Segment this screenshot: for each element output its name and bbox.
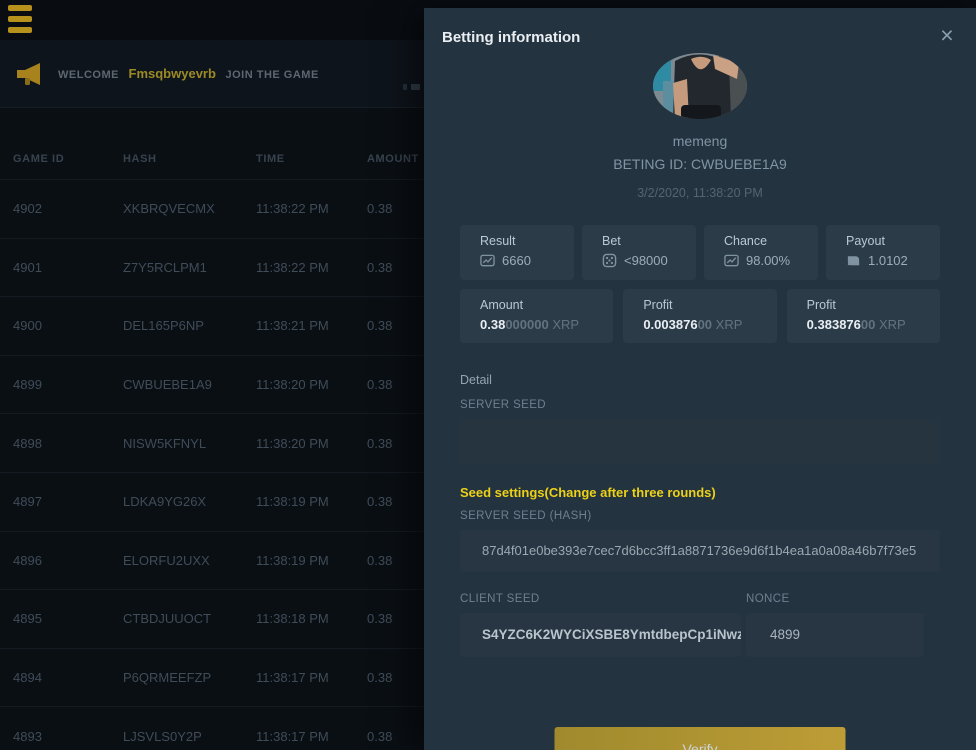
stat-cards-row: Result 6660 Bet <98000 Chance 98.00% Payout 1.0…	[460, 225, 940, 280]
nonce-label: NONCE	[746, 593, 790, 605]
stat-value: 1.0102	[868, 253, 908, 268]
amount-cards-row: Amount 0.38000000 XRP Profit 0.00387600 XRP…	[460, 289, 940, 343]
dice-icon	[602, 253, 617, 268]
server-seed-label: SERVER SEED	[460, 399, 546, 411]
welcome-suffix: JOIN THE GAME	[226, 69, 319, 81]
detail-label: Detail	[460, 373, 492, 387]
stat-label: Bet	[602, 234, 688, 248]
cell-game-id: 4898	[13, 436, 123, 451]
stat-card-bet: Bet <98000	[582, 225, 696, 280]
cell-hash: Z7Y5RCLPM1	[123, 260, 256, 275]
menu-icon[interactable]	[8, 5, 34, 33]
graph-check-icon	[480, 253, 495, 268]
close-icon[interactable]: ×	[934, 22, 960, 48]
graph-check-icon	[724, 253, 739, 268]
cell-time: 11:38:21 PM	[256, 318, 367, 333]
cell-game-id: 4893	[13, 729, 123, 744]
amount-value: 0.38387600 XRP	[807, 317, 932, 332]
megaphone-icon	[16, 62, 43, 86]
cell-time: 11:38:17 PM	[256, 729, 367, 744]
stat-value: <98000	[624, 253, 668, 268]
betting-information-modal: Betting information × memeng BETING ID: …	[424, 8, 976, 750]
avatar	[653, 53, 747, 119]
server-seed-hash-label: SERVER SEED (HASH)	[460, 510, 592, 522]
welcome-message: WELCOME Fmsqbwyevrb JOIN THE GAME	[58, 66, 319, 81]
amount-label: Profit	[807, 298, 932, 312]
verify-button[interactable]: Verify	[555, 727, 846, 750]
app-screen: WELCOME Fmsqbwyevrb JOIN THE GAME GAME I…	[0, 0, 976, 750]
cell-game-id: 4902	[13, 201, 123, 216]
stat-card-chance: Chance 98.00%	[704, 225, 818, 280]
cell-hash: NISW5KFNYL	[123, 436, 256, 451]
cell-game-id: 4901	[13, 260, 123, 275]
cell-hash: XKBRQVECMX	[123, 201, 256, 216]
cell-time: 11:38:17 PM	[256, 670, 367, 685]
stat-card-payout: Payout 1.0102	[826, 225, 940, 280]
cell-time: 11:38:20 PM	[256, 436, 367, 451]
welcome-prefix: WELCOME	[58, 69, 119, 81]
stat-label: Chance	[724, 234, 810, 248]
cell-time: 11:38:18 PM	[256, 611, 367, 626]
amount-card-profit: Profit 0.00387600 XRP	[623, 289, 776, 343]
client-seed-label: CLIENT SEED	[460, 593, 540, 605]
welcome-username: Fmsqbwyevrb	[129, 66, 216, 81]
seed-settings-title: Seed settings(Change after three rounds)	[460, 485, 716, 500]
cell-game-id: 4897	[13, 494, 123, 509]
cell-hash: P6QRMEEFZP	[123, 670, 256, 685]
cell-game-id: 4894	[13, 670, 123, 685]
cell-time: 11:38:19 PM	[256, 553, 367, 568]
cell-hash: ELORFU2UXX	[123, 553, 256, 568]
server-seed-hash-field[interactable]: 87d4f01e0be393e7cec7d6bcc3ff1a8871736e9d…	[460, 530, 940, 572]
stat-label: Result	[480, 234, 566, 248]
cell-hash: LJSVLS0Y2P	[123, 729, 256, 744]
cell-game-id: 4896	[13, 553, 123, 568]
server-seed-input[interactable]	[460, 418, 940, 465]
cell-hash: LDKA9YG26X	[123, 494, 256, 509]
payout-icon	[846, 253, 861, 268]
amount-card-profit: Profit 0.38387600 XRP	[787, 289, 940, 343]
col-hash: HASH	[123, 153, 256, 165]
bet-timestamp: 3/2/2020, 11:38:20 PM	[424, 186, 976, 200]
cell-hash: CWBUEBE1A9	[123, 377, 256, 392]
client-seed-field[interactable]: S4YZC6K2WYCiXSBE8YmtdbepCp1iNwz	[460, 613, 741, 657]
amount-value: 0.38000000 XRP	[480, 317, 605, 332]
stat-label: Payout	[846, 234, 932, 248]
cell-time: 11:38:19 PM	[256, 494, 367, 509]
user-name: memeng	[424, 133, 976, 149]
stat-value: 6660	[502, 253, 531, 268]
cell-time: 11:38:20 PM	[256, 377, 367, 392]
clipped-tab-fragment	[403, 84, 420, 90]
cell-game-id: 4899	[13, 377, 123, 392]
modal-title: Betting information	[442, 29, 580, 46]
cell-time: 11:38:22 PM	[256, 201, 367, 216]
amount-label: Profit	[643, 298, 768, 312]
cell-game-id: 4895	[13, 611, 123, 626]
stat-value: 98.00%	[746, 253, 790, 268]
nonce-field[interactable]: 4899	[746, 613, 924, 657]
amount-value: 0.00387600 XRP	[643, 317, 768, 332]
col-game-id: GAME ID	[13, 153, 123, 165]
amount-label: Amount	[480, 298, 605, 312]
cell-game-id: 4900	[13, 318, 123, 333]
stat-card-result: Result 6660	[460, 225, 574, 280]
col-time: TIME	[256, 153, 367, 165]
cell-hash: DEL165P6NP	[123, 318, 256, 333]
cell-time: 11:38:22 PM	[256, 260, 367, 275]
cell-hash: CTBDJUUOCT	[123, 611, 256, 626]
amount-card-amount: Amount 0.38000000 XRP	[460, 289, 613, 343]
betting-id: BETING ID: CWBUEBE1A9	[424, 156, 976, 172]
